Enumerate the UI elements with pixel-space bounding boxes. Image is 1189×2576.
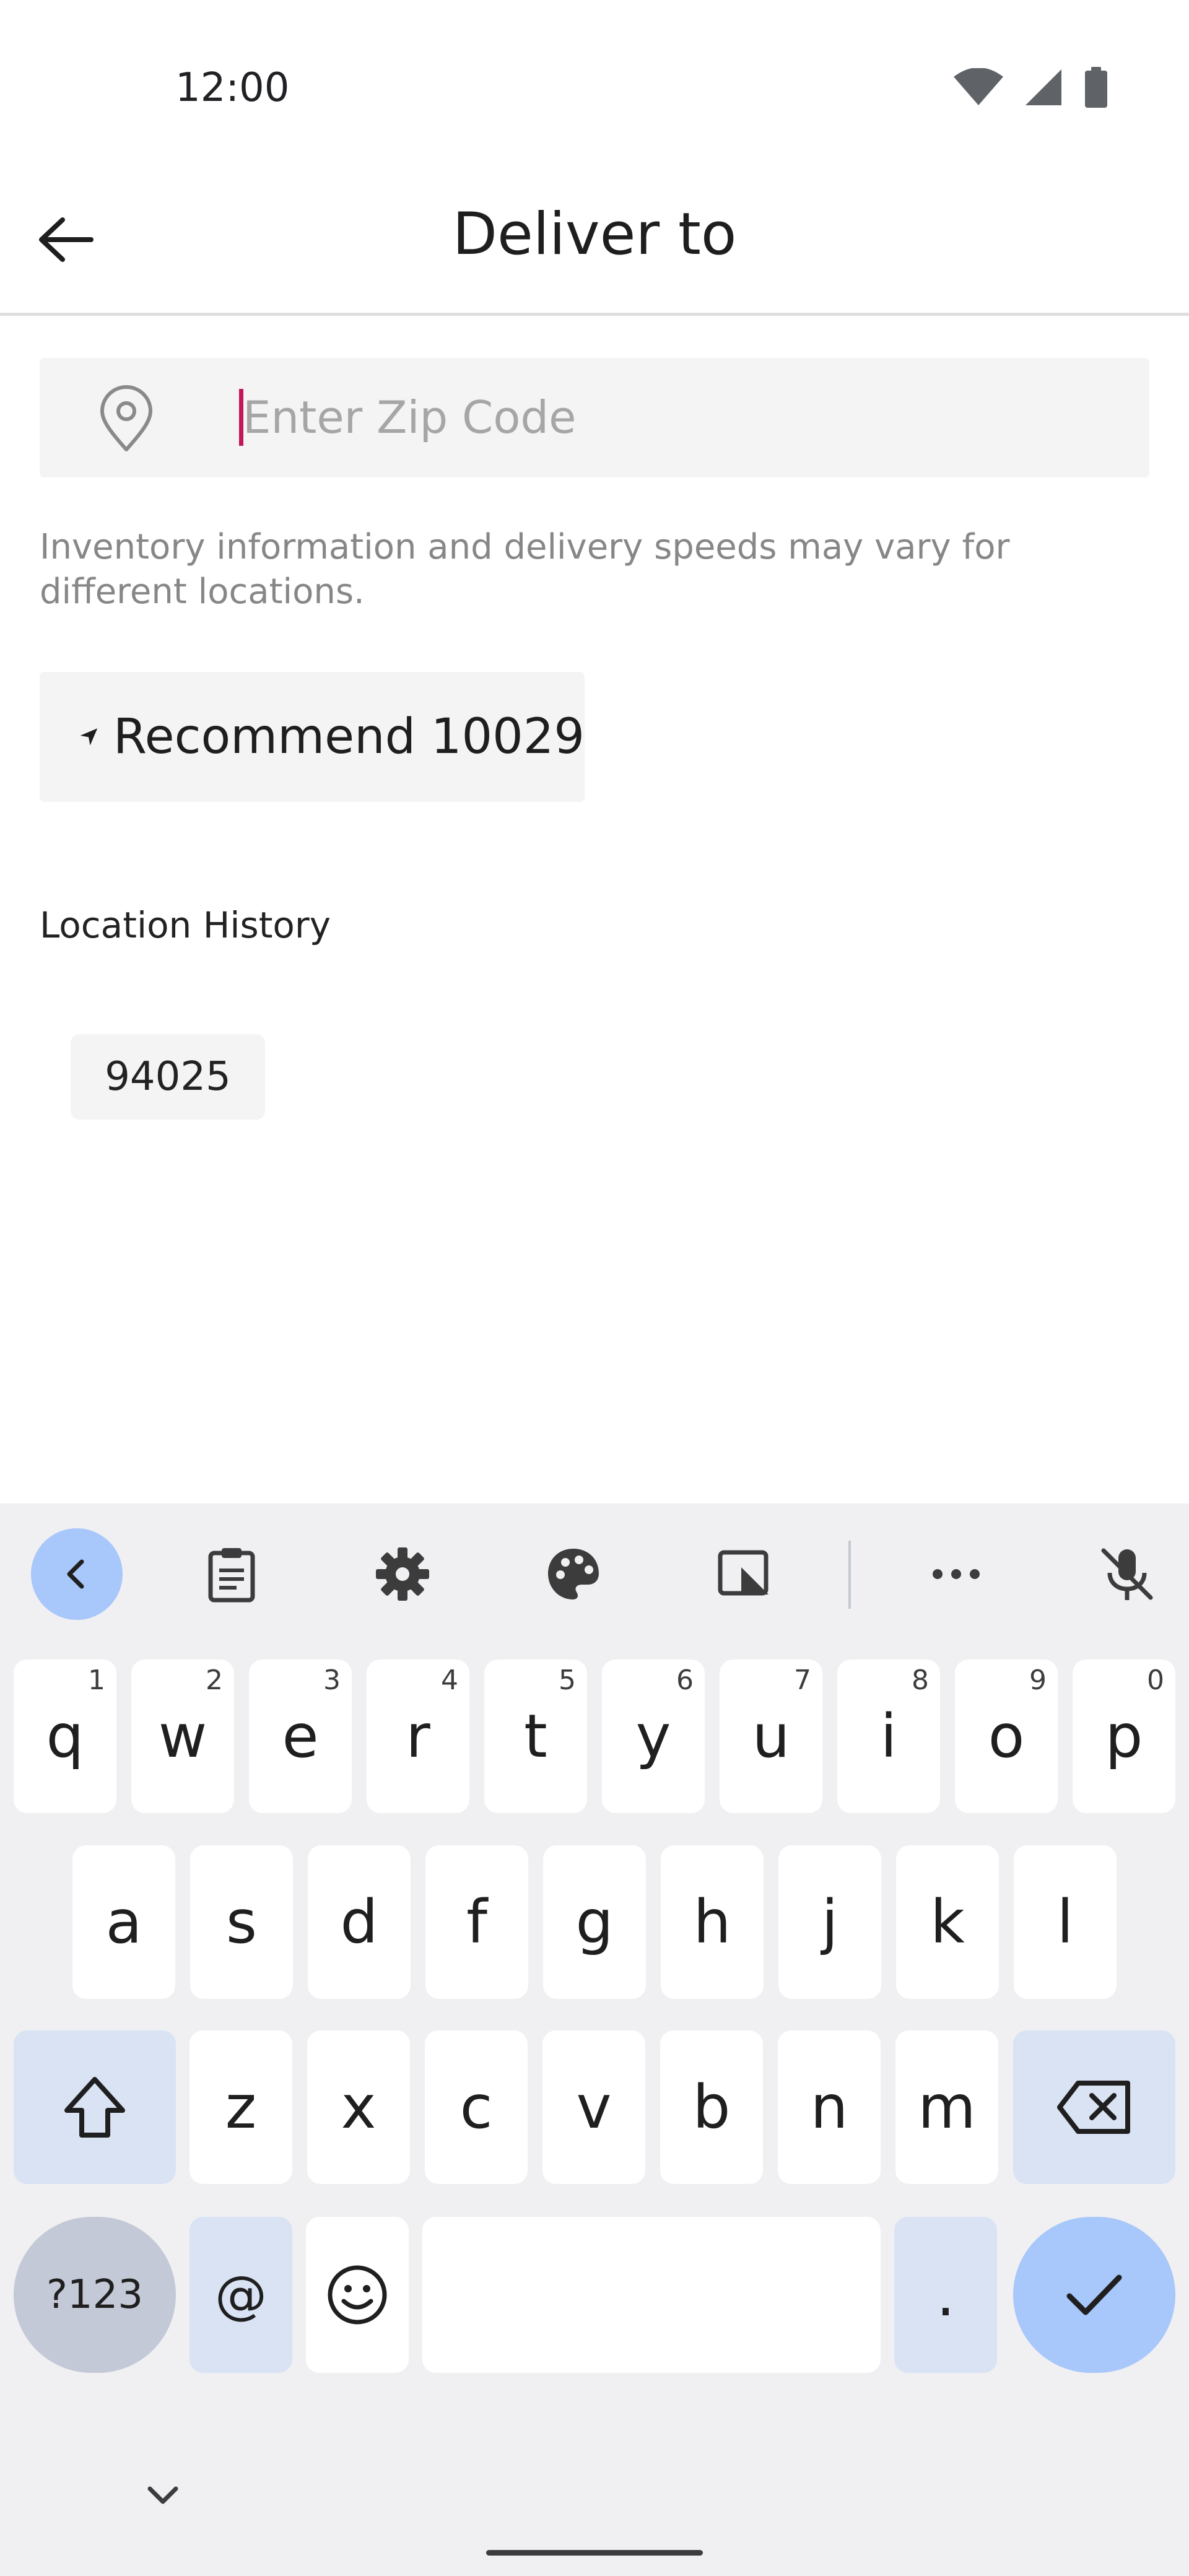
page-title: Deliver to: [452, 201, 737, 268]
navigation-arrow-icon: [80, 728, 98, 746]
deliver-to-screen: 12:00 Deliver to Enter Zip Code Inventor…: [0, 0, 1189, 2576]
backspace-key[interactable]: [1013, 2030, 1175, 2184]
key-q[interactable]: q1: [14, 1660, 116, 1813]
key-p[interactable]: p0: [1073, 1660, 1175, 1813]
inventory-info-text: Inventory information and delivery speed…: [40, 527, 1010, 612]
status-icons: [954, 67, 1108, 108]
cellular-signal-icon: [1026, 69, 1061, 105]
key-a[interactable]: a: [72, 1845, 175, 1999]
location-history-chip[interactable]: 94025: [71, 1034, 265, 1120]
key-label: w: [158, 1702, 207, 1771]
key-hint-number: 8: [912, 1664, 929, 1696]
key-r[interactable]: r4: [367, 1660, 469, 1813]
key-hint-number: 1: [88, 1664, 105, 1696]
shift-key[interactable]: [14, 2030, 176, 2184]
key-hint-number: 4: [441, 1664, 458, 1696]
shift-arrow-icon: [64, 2077, 125, 2138]
key-n[interactable]: n: [778, 2030, 881, 2184]
key-h[interactable]: h: [661, 1845, 764, 1999]
key-l[interactable]: l: [1014, 1845, 1117, 1999]
status-time: 12:00: [175, 65, 290, 111]
key-hint-number: 3: [323, 1664, 341, 1696]
collapse-chevron-icon: [67, 1559, 84, 1589]
key-y[interactable]: y6: [602, 1660, 705, 1813]
key-hint-number: 5: [559, 1664, 576, 1696]
enter-done-key[interactable]: [1013, 2217, 1175, 2373]
key-u[interactable]: u7: [720, 1660, 822, 1813]
key-label: e: [282, 1702, 319, 1771]
key-label: y: [635, 1702, 671, 1771]
key-w[interactable]: w2: [131, 1660, 234, 1813]
checkmark-icon: [1066, 2274, 1122, 2315]
backspace-icon: [1057, 2081, 1130, 2134]
battery-icon: [1085, 67, 1107, 108]
key-m[interactable]: m: [895, 2030, 998, 2184]
key-o[interactable]: o9: [955, 1660, 1058, 1813]
status-bar: 12:00: [0, 0, 1189, 161]
key-label: i: [880, 1702, 897, 1771]
key-d[interactable]: d: [308, 1845, 411, 1999]
more-options-button[interactable]: [910, 1528, 1002, 1620]
keyboard-settings-button[interactable]: [357, 1528, 448, 1620]
period-key[interactable]: .: [894, 2217, 997, 2373]
floating-keyboard-button[interactable]: [699, 1528, 790, 1620]
key-hint-number: 2: [206, 1664, 223, 1696]
zip-code-input[interactable]: [242, 376, 1123, 458]
toolbar-divider: [848, 1541, 851, 1609]
key-hint-number: 0: [1147, 1664, 1164, 1696]
emoji-smiley-icon: [328, 2265, 387, 2325]
emoji-key[interactable]: [306, 2217, 409, 2373]
key-x[interactable]: x: [307, 2030, 410, 2184]
location-pin-icon: [100, 385, 152, 451]
key-hint-number: 6: [676, 1664, 694, 1696]
key-s[interactable]: s: [190, 1845, 293, 1999]
key-label: q: [46, 1702, 84, 1771]
key-j[interactable]: j: [778, 1845, 881, 1999]
key-i[interactable]: i8: [837, 1660, 940, 1813]
key-label: o: [988, 1702, 1025, 1771]
clipboard-icon: [208, 1548, 255, 1603]
key-k[interactable]: k: [896, 1845, 999, 1999]
key-f[interactable]: f: [425, 1845, 528, 1999]
key-c[interactable]: c: [425, 2030, 528, 2184]
soft-keyboard: q1w2e3r4t5y6u7i8o9p0 asdfghjkl zxcvbnm ?…: [0, 1503, 1189, 2576]
key-t[interactable]: t5: [484, 1660, 587, 1813]
zip-code-field[interactable]: [40, 358, 1149, 477]
app-bar: Deliver to: [0, 161, 1189, 316]
keyboard-toolbar: [0, 1503, 1189, 1640]
key-label: r: [406, 1702, 430, 1771]
key-v[interactable]: v: [542, 2030, 645, 2184]
floating-keyboard-icon: [718, 1550, 769, 1596]
key-z[interactable]: z: [189, 2030, 292, 2184]
symbols-key[interactable]: ?123: [14, 2217, 176, 2373]
keyboard-hide-chevron-icon[interactable]: [141, 2474, 185, 2517]
space-key[interactable]: [422, 2217, 881, 2373]
key-g[interactable]: g: [543, 1845, 646, 1999]
key-hint-number: 9: [1029, 1664, 1047, 1696]
palette-icon: [548, 1549, 599, 1599]
key-hint-number: 7: [794, 1664, 811, 1696]
key-label: p: [1105, 1702, 1143, 1771]
recommend-zip-button[interactable]: Recommend 10029: [40, 672, 585, 802]
mic-off-icon: [1101, 1548, 1153, 1600]
key-e[interactable]: e3: [249, 1660, 352, 1813]
settings-gear-icon: [376, 1547, 429, 1601]
gesture-nav-handle[interactable]: [486, 2550, 703, 2556]
key-b[interactable]: b: [660, 2030, 763, 2184]
recommend-zip-label: Recommend 10029: [113, 709, 585, 765]
location-history-heading: Location History: [40, 904, 331, 946]
voice-input-button[interactable]: [1081, 1528, 1173, 1620]
at-key[interactable]: @: [189, 2217, 292, 2373]
wifi-icon: [954, 68, 1003, 105]
more-dots-icon: [933, 1569, 980, 1579]
keyboard-collapse-button[interactable]: [31, 1528, 123, 1620]
key-label: u: [752, 1702, 790, 1771]
key-label: t: [524, 1702, 547, 1771]
keyboard-theme-button[interactable]: [528, 1528, 619, 1620]
clipboard-button[interactable]: [186, 1528, 277, 1620]
